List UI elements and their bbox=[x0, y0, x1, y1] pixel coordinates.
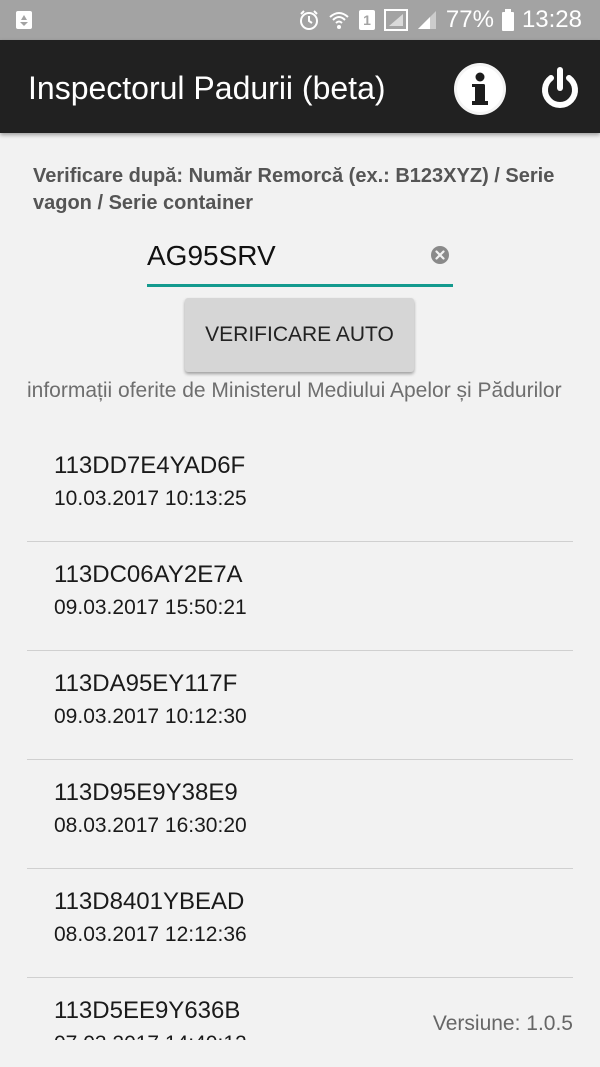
source-info: informații oferite de Ministerul Mediulu… bbox=[27, 379, 562, 402]
item-date: 09.03.2017 10:12:30 bbox=[54, 705, 247, 728]
results-list[interactable]: 113DD7E4YAD6F 10.03.2017 10:13:25 113DC0… bbox=[27, 433, 573, 1040]
item-code: 113D95E9Y38E9 bbox=[54, 779, 238, 806]
sim-signal-icon bbox=[383, 9, 408, 31]
search-input[interactable]: AG95SRV bbox=[147, 238, 453, 287]
info-button[interactable] bbox=[453, 62, 507, 116]
item-date: 09.03.2017 15:50:21 bbox=[54, 596, 247, 619]
list-item[interactable]: 113DD7E4YAD6F 10.03.2017 10:13:25 bbox=[27, 433, 573, 542]
verify-auto-button[interactable]: VERIFICARE AUTO bbox=[185, 298, 414, 372]
signal-strength-icon bbox=[416, 9, 438, 31]
item-date: 08.03.2017 16:30:20 bbox=[54, 814, 247, 837]
power-button[interactable] bbox=[537, 66, 583, 112]
item-date: 10.03.2017 10:13:25 bbox=[54, 487, 247, 510]
sim-slot-number: 1 bbox=[363, 12, 371, 28]
list-item[interactable]: 113DC06AY2E7A 09.03.2017 15:50:21 bbox=[27, 542, 573, 651]
battery-percent: 77% bbox=[445, 6, 494, 33]
power-icon bbox=[542, 67, 578, 108]
item-code: 113DC06AY2E7A bbox=[54, 561, 243, 588]
item-code: 113D5EE9Y636B bbox=[54, 997, 241, 1024]
search-input-value[interactable]: AG95SRV bbox=[147, 240, 276, 272]
list-item[interactable]: 113DA95EY117F 09.03.2017 10:12:30 bbox=[27, 651, 573, 760]
clear-icon[interactable] bbox=[430, 245, 450, 265]
battery-icon bbox=[501, 9, 514, 31]
app-bar: Inspectorul Padurii (beta) bbox=[0, 40, 600, 133]
info-icon bbox=[454, 63, 506, 115]
clock: 13:28 bbox=[521, 6, 582, 33]
version-label: Versiune: 1.0.5 bbox=[432, 1012, 573, 1035]
item-code: 113DA95EY117F bbox=[54, 670, 238, 697]
sim-slot-icon: 1 bbox=[358, 9, 376, 31]
item-date: 08.03.2017 12:12:36 bbox=[54, 923, 247, 946]
list-item[interactable]: 113D95E9Y38E9 08.03.2017 16:30:20 bbox=[27, 760, 573, 869]
item-code: 113DD7E4YAD6F bbox=[54, 452, 246, 479]
wifi-calling-icon bbox=[328, 9, 350, 31]
item-code: 113D8401YBEAD bbox=[54, 888, 245, 915]
status-bar: 1 77% 13:28 bbox=[0, 0, 600, 40]
list-item[interactable]: 113D8401YBEAD 08.03.2017 12:12:36 bbox=[27, 869, 573, 978]
recycle-notification-icon bbox=[14, 9, 34, 31]
app-title: Inspectorul Padurii (beta) bbox=[28, 70, 386, 106]
search-hint: Verificare după: Număr Remorcă (ex.: B12… bbox=[33, 165, 555, 214]
alarm-icon bbox=[298, 9, 320, 31]
item-date: 07.03.2017 14:40:12 bbox=[54, 1032, 247, 1040]
